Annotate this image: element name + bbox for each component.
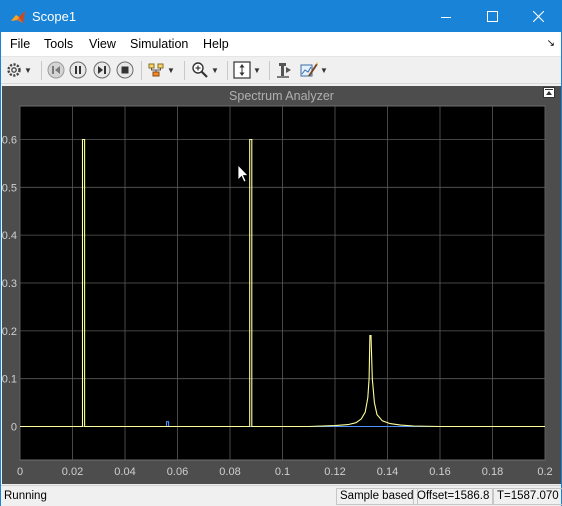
toolbar: ▼ ▼ ▼ ▼ ▼: [1, 57, 561, 84]
x-tick-label: 0.14: [377, 466, 398, 478]
x-tick-label: 0: [17, 466, 23, 478]
toolbar-separator: [227, 61, 228, 80]
style-button[interactable]: ▼: [300, 60, 328, 80]
plot-panel: Spectrum Analyzer 0 0.02 0.04 0.06 0.08 0.1 0.…: [2, 86, 561, 484]
minimize-button[interactable]: [423, 1, 469, 32]
style-dropdown-icon[interactable]: ▼: [320, 66, 328, 75]
minimize-icon: [441, 16, 451, 18]
settings-dropdown-icon[interactable]: ▼: [24, 66, 32, 75]
zoom-dropdown-icon[interactable]: ▼: [211, 66, 219, 75]
x-tick-label: 0.04: [114, 466, 135, 478]
highlight-icon: [148, 63, 164, 77]
step-forward-button[interactable]: [93, 60, 111, 80]
toolbar-separator: [269, 61, 270, 80]
status-running: Running: [4, 490, 47, 502]
x-tick-label: 0.1: [275, 466, 290, 478]
zoom-in-icon: [192, 62, 208, 78]
menu-tools[interactable]: Tools: [44, 37, 73, 51]
style-icon: [300, 62, 318, 77]
undock-icon[interactable]: [543, 87, 555, 98]
y-tick-label: 0.3: [2, 278, 17, 290]
zoom-in-button[interactable]: ▼: [191, 60, 219, 80]
menu-file[interactable]: File: [10, 37, 30, 51]
x-tick-label: 0.08: [219, 466, 240, 478]
close-icon: [532, 11, 544, 22]
step-back-icon: [47, 61, 65, 79]
x-tick-label: 0.16: [429, 466, 450, 478]
maximize-button[interactable]: [469, 1, 515, 32]
x-tick-label: 0.18: [482, 466, 503, 478]
maximize-icon: [486, 11, 498, 22]
x-tick-label: 0.06: [167, 466, 188, 478]
pause-button[interactable]: [69, 60, 87, 80]
menu-bar: File Tools View Simulation Help ↘: [1, 32, 561, 57]
matlab-icon: [11, 11, 25, 23]
y-tick-label: 0: [11, 422, 17, 434]
close-button[interactable]: [515, 1, 561, 32]
step-forward-icon: [93, 61, 111, 79]
y-tick-label: 0.4: [2, 230, 17, 242]
status-bar: Running Sample based Offset=1586.8 T=158…: [1, 485, 562, 506]
menu-help[interactable]: Help: [203, 37, 229, 51]
step-back-button[interactable]: [47, 60, 65, 80]
status-offset: Offset=1586.8: [413, 488, 494, 505]
y-tick-label: 0.2: [2, 326, 17, 338]
scope-window: Scope1 File Tools View Simulation Help ↘…: [0, 0, 562, 506]
menu-dock-arrow-icon[interactable]: ↘: [547, 38, 555, 49]
x-tick-label: 0.02: [62, 466, 83, 478]
spectrum-chart[interactable]: 0 0.02 0.04 0.06 0.08 0.1 0.12 0.14 0.16 0.18 0.2 0…: [2, 86, 561, 484]
y-tick-label: 0.5: [2, 182, 17, 194]
cursor-measurements-button[interactable]: [275, 60, 293, 80]
window-title: Scope1: [32, 9, 77, 24]
pause-icon: [69, 61, 87, 79]
stop-button[interactable]: [116, 60, 134, 80]
stop-icon: [116, 61, 134, 79]
scale-axes-button[interactable]: ▼: [233, 60, 261, 80]
toolbar-separator: [184, 61, 185, 80]
x-tick-label: 0.2: [537, 466, 552, 478]
scale-axes-dropdown-icon[interactable]: ▼: [253, 66, 261, 75]
x-tick-label: 0.12: [324, 466, 345, 478]
status-sample-mode: Sample based: [336, 488, 418, 505]
y-tick-label: 0.1: [2, 374, 17, 386]
title-bar[interactable]: Scope1: [1, 1, 561, 32]
scale-axes-icon: [233, 61, 251, 79]
toolbar-separator: [141, 61, 142, 80]
cursor-measurements-icon: [277, 63, 291, 78]
toolbar-separator: [41, 61, 42, 80]
highlight-dropdown-icon[interactable]: ▼: [167, 66, 175, 75]
status-time: T=1587.070: [493, 488, 562, 505]
y-tick-label: 0.6: [2, 134, 17, 146]
highlight-button[interactable]: ▼: [147, 60, 175, 80]
settings-button[interactable]: ▼: [6, 60, 32, 80]
menu-view[interactable]: View: [89, 37, 116, 51]
settings-icon: [7, 63, 21, 77]
menu-simulation[interactable]: Simulation: [130, 37, 188, 51]
